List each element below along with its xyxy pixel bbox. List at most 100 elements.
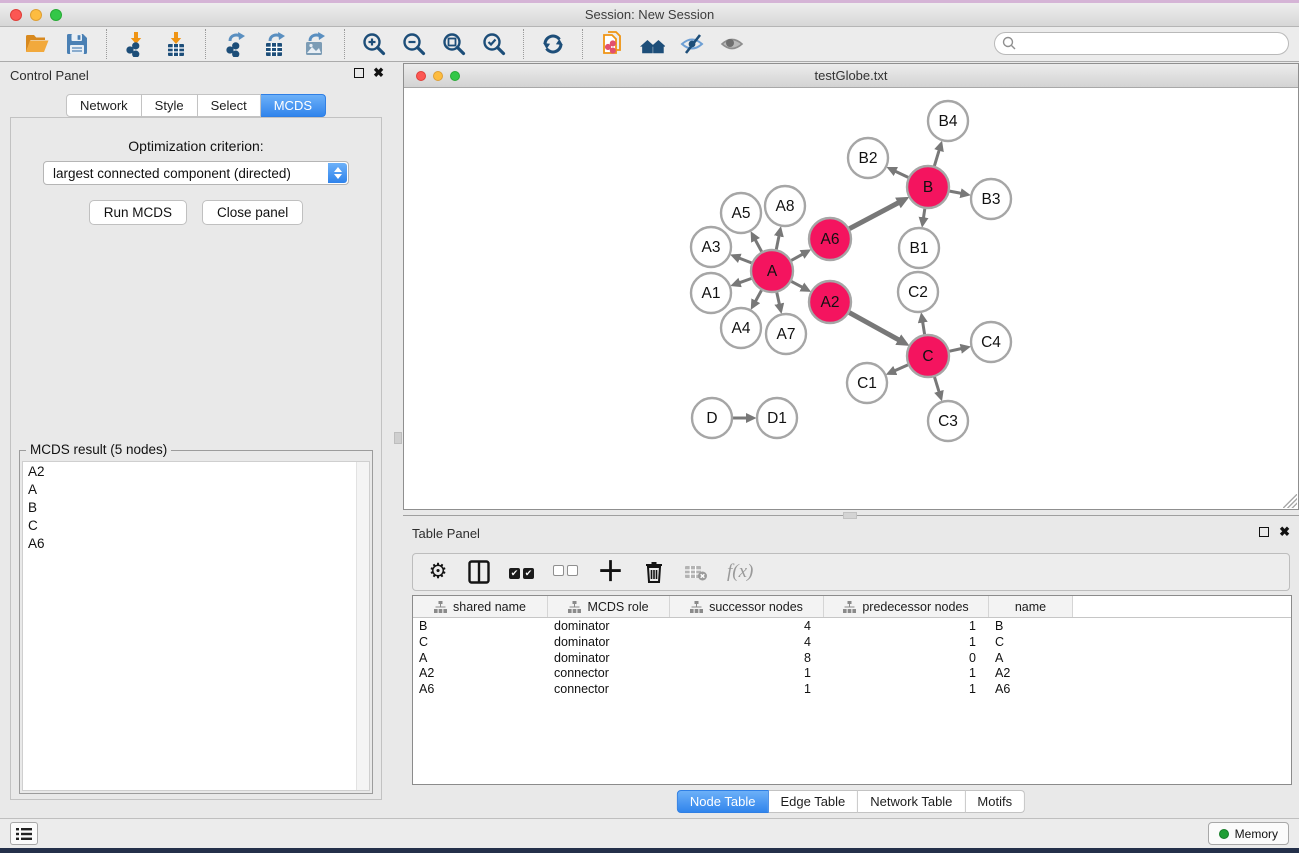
delete-button[interactable]: [643, 559, 665, 585]
mcds-result-item[interactable]: A2: [23, 462, 369, 480]
edge-A-A6[interactable]: [791, 254, 803, 260]
tab-motifs[interactable]: Motifs: [965, 790, 1025, 813]
table-row[interactable]: A6connector11A6: [413, 681, 1291, 697]
table-row[interactable]: Adominator80A: [413, 650, 1291, 666]
table-float-panel-icon[interactable]: [1259, 527, 1269, 537]
network-canvas[interactable]: B4B2BB3A8A5A6A3B1AA1C2A2A4A7C4CC1C3DD1: [404, 88, 1298, 509]
open-folder-icon[interactable]: [22, 30, 52, 58]
criterion-select[interactable]: largest connected component (directed): [43, 161, 349, 185]
network-view-window[interactable]: testGlobe.txt B4B2BB3A8A5A6A3B1AA1C2A2A4…: [403, 63, 1299, 510]
search-input[interactable]: [994, 32, 1289, 55]
edge-B-B2[interactable]: [895, 171, 908, 177]
node-A8[interactable]: A8: [765, 186, 805, 226]
fx-button[interactable]: f(x): [727, 559, 753, 585]
edge-A-A5[interactable]: [755, 240, 762, 252]
edge-A-A7[interactable]: [777, 293, 780, 305]
select-all-button[interactable]: ✔✔: [509, 559, 534, 585]
task-history-button[interactable]: [10, 822, 38, 845]
mcds-result-item[interactable]: C: [23, 516, 369, 534]
memory-button[interactable]: Memory: [1208, 822, 1289, 845]
float-panel-icon[interactable]: [354, 68, 364, 78]
import-table-icon[interactable]: [161, 30, 191, 58]
tab-node-table[interactable]: Node Table: [677, 790, 769, 813]
node-A2[interactable]: A2: [809, 281, 851, 323]
home-icon[interactable]: [637, 30, 667, 58]
table-row[interactable]: Bdominator41B: [413, 618, 1291, 634]
zoom-fit-icon[interactable]: [439, 30, 469, 58]
edge-A2-C[interactable]: [849, 313, 899, 341]
tab-edge-table[interactable]: Edge Table: [768, 790, 858, 813]
import-network-icon[interactable]: [121, 30, 151, 58]
node-C[interactable]: C: [907, 335, 949, 377]
column-header-name[interactable]: name: [989, 596, 1073, 617]
node-C1[interactable]: C1: [847, 363, 887, 403]
node-D1[interactable]: D1: [757, 398, 797, 438]
window-titlebar[interactable]: Session: New Session: [0, 3, 1299, 27]
show-graphics-icon[interactable]: [717, 30, 747, 58]
resize-grip-icon[interactable]: [1283, 494, 1297, 508]
edge-B-B3[interactable]: [950, 191, 962, 193]
edge-A-A3[interactable]: [739, 258, 752, 263]
node-B3[interactable]: B3: [971, 179, 1011, 219]
column-header-MCDS-role[interactable]: MCDS role: [548, 596, 670, 617]
export-table-icon[interactable]: [260, 30, 290, 58]
edge-C-C2[interactable]: [923, 322, 925, 335]
tab-network-table[interactable]: Network Table: [858, 790, 965, 813]
node-C3[interactable]: C3: [928, 401, 968, 441]
edge-A-A8[interactable]: [776, 235, 779, 249]
edge-C-C3[interactable]: [935, 377, 940, 392]
node-B1[interactable]: B1: [899, 228, 939, 268]
edge-A-A4[interactable]: [755, 290, 761, 301]
scrollbar-track[interactable]: [356, 462, 369, 790]
node-B4[interactable]: B4: [928, 101, 968, 141]
node-C2[interactable]: C2: [898, 272, 938, 312]
node-C4[interactable]: C4: [971, 322, 1011, 362]
node-B[interactable]: B: [907, 166, 949, 208]
table-row[interactable]: Cdominator41C: [413, 634, 1291, 650]
mcds-result-item[interactable]: A: [23, 480, 369, 498]
edge-C-C4[interactable]: [950, 349, 962, 352]
add-button[interactable]: ＋: [597, 559, 624, 585]
zoom-selected-icon[interactable]: [479, 30, 509, 58]
horizontal-split-handle[interactable]: [843, 512, 857, 519]
export-image-icon[interactable]: [300, 30, 330, 58]
tab-mcds[interactable]: MCDS: [261, 94, 326, 117]
edge-B-B4[interactable]: [934, 150, 939, 166]
columns-button[interactable]: [468, 559, 490, 585]
edge-A6-B[interactable]: [849, 203, 898, 229]
vertical-split-handle[interactable]: [394, 432, 402, 444]
edge-A-A2[interactable]: [791, 281, 802, 287]
tab-select[interactable]: Select: [198, 94, 261, 117]
mcds-result-item[interactable]: A6: [23, 534, 369, 552]
column-header-shared-name[interactable]: shared name: [413, 596, 548, 617]
node-A[interactable]: A: [751, 250, 793, 292]
node-A6[interactable]: A6: [809, 218, 851, 260]
gear-button[interactable]: ⚙: [427, 559, 449, 585]
close-panel-icon[interactable]: ✖: [373, 68, 384, 78]
edge-A-A1[interactable]: [739, 279, 751, 283]
run-mcds-button[interactable]: Run MCDS: [89, 200, 187, 225]
node-B2[interactable]: B2: [848, 138, 888, 178]
tab-network[interactable]: Network: [66, 94, 142, 117]
node-D[interactable]: D: [692, 398, 732, 438]
edge-C-C1[interactable]: [894, 365, 908, 371]
node-A1[interactable]: A1: [691, 273, 731, 313]
clear-table-button[interactable]: [684, 559, 708, 585]
edge-B-B1[interactable]: [923, 209, 924, 219]
node-A5[interactable]: A5: [721, 193, 761, 233]
column-header-successor-nodes[interactable]: successor nodes: [670, 596, 824, 617]
column-header-predecessor-nodes[interactable]: predecessor nodes: [824, 596, 989, 617]
table-close-panel-icon[interactable]: ✖: [1279, 527, 1290, 537]
hide-graphics-icon[interactable]: [677, 30, 707, 58]
new-session-icon[interactable]: [597, 30, 627, 58]
mcds-result-list[interactable]: A2ABCA6: [22, 461, 370, 791]
save-icon[interactable]: [62, 30, 92, 58]
zoom-in-icon[interactable]: [359, 30, 389, 58]
close-panel-button[interactable]: Close panel: [202, 200, 303, 225]
network-window-titlebar[interactable]: testGlobe.txt: [404, 64, 1298, 88]
table-row[interactable]: A2connector11A2: [413, 665, 1291, 681]
export-network-icon[interactable]: [220, 30, 250, 58]
mcds-result-item[interactable]: B: [23, 498, 369, 516]
zoom-out-icon[interactable]: [399, 30, 429, 58]
node-A3[interactable]: A3: [691, 227, 731, 267]
